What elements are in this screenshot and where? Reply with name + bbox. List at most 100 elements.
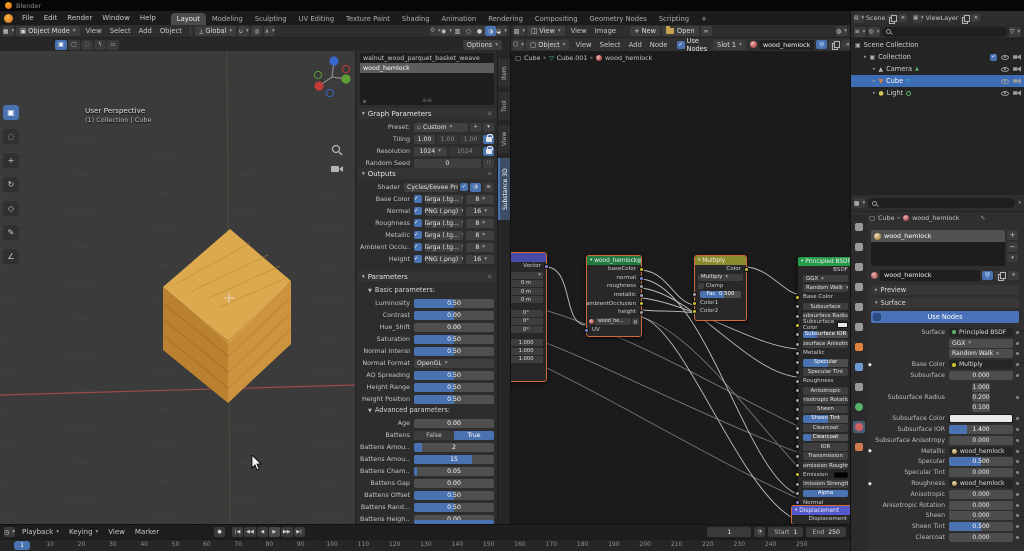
shading-rendered-icon[interactable]: ◒: [496, 26, 507, 36]
keyframe-dot[interactable]: [1016, 428, 1019, 431]
surface-panel-header[interactable]: ▾Surface: [871, 298, 1019, 308]
disable-render-icon[interactable]: [1013, 78, 1021, 84]
properties-tab-view-layer[interactable]: [853, 281, 865, 293]
scale-tool-icon[interactable]: ◇: [3, 201, 19, 216]
mapping-node[interactable]: Vector 0 m0 m0 m0°0°0°1.0001.0001.000: [510, 252, 547, 382]
vector-socket[interactable]: [544, 264, 549, 269]
measure-tool-icon[interactable]: ∠: [3, 249, 19, 264]
bsdf-slider[interactable]: Subsurface IOR: [803, 331, 848, 339]
shader-editor-type-icon[interactable]: ⬡: [513, 40, 524, 50]
playhead-current-frame[interactable]: 1: [14, 541, 30, 550]
disable-render-icon[interactable]: [1013, 66, 1021, 72]
outliner-row-cube[interactable]: ▸▼Cube▽: [851, 75, 1024, 87]
properties-tab-material[interactable]: [853, 421, 865, 433]
shading-material-icon[interactable]: ◑: [485, 26, 496, 36]
color-swatch[interactable]: [834, 472, 848, 478]
outputs-header[interactable]: ▾Outputs≡: [358, 168, 496, 179]
unlink-material-icon[interactable]: ×: [1008, 271, 1019, 280]
mapping-value-field[interactable]: 1.000: [510, 348, 543, 355]
bsdf-field[interactable]: Anisotropic Rotation: [803, 396, 848, 404]
breadcrumb-material[interactable]: wood_hemlock: [912, 214, 959, 222]
specular-socket[interactable]: [795, 360, 800, 365]
multiply-node[interactable]: ▾Multiply Color Multiply Clamp Fac 0.500…: [694, 255, 747, 321]
mapping-value-field[interactable]: 1.000: [510, 356, 543, 363]
param-slider[interactable]: 0.50: [414, 371, 494, 380]
prop-slider[interactable]: 0.500: [949, 522, 1013, 531]
subsurface-radius-socket[interactable]: [795, 314, 800, 319]
end-frame-field[interactable]: End250: [806, 527, 846, 537]
keyframe-dot[interactable]: [1016, 342, 1019, 345]
keyframe-dot[interactable]: [1016, 417, 1019, 420]
bsdf-field[interactable]: Specular Tint: [803, 368, 848, 376]
prop-multi-value[interactable]: 0.100: [972, 403, 989, 412]
scene-unlink-icon[interactable]: ×: [898, 14, 907, 22]
sheen-socket[interactable]: [795, 407, 800, 412]
output-format-dropdown[interactable]: PNG (.png): [425, 207, 463, 216]
color1-socket[interactable]: [692, 301, 697, 306]
select-mode-box-icon[interactable]: ▢: [68, 40, 80, 50]
shader-menu-select[interactable]: Select: [596, 41, 625, 49]
keyframe-dot[interactable]: [1016, 536, 1019, 539]
keyframe-dot[interactable]: [1016, 514, 1019, 517]
keyframe-dot[interactable]: [1016, 525, 1019, 528]
base-color-socket[interactable]: [795, 295, 800, 300]
keyframe-dot[interactable]: [1016, 450, 1019, 453]
menu-render[interactable]: Render: [62, 11, 97, 25]
multiply-node-header[interactable]: ▾Multiply: [695, 256, 746, 265]
expand-arrow-icon[interactable]: ▸: [873, 90, 876, 96]
properties-tab-render[interactable]: [853, 241, 865, 253]
properties-options-icon[interactable]: ▾: [1018, 200, 1021, 206]
image-new-button[interactable]: +New: [630, 26, 660, 36]
outliner-row-camera[interactable]: ▸▲Camera▲: [851, 63, 1024, 75]
transmission-socket[interactable]: [795, 454, 800, 459]
fake-user-shield-icon[interactable]: [816, 40, 827, 49]
timeline-menu-view[interactable]: View: [103, 525, 130, 539]
anisotropic-socket[interactable]: [795, 388, 800, 393]
bsdf-slider[interactable]: Alpha: [803, 490, 848, 498]
output-depth-dropdown[interactable]: 8: [466, 219, 494, 228]
bsdf-node-header[interactable]: ▾Principled BSDF: [798, 257, 850, 266]
basic-parameters-title[interactable]: ▼Basic parameters:: [368, 286, 435, 294]
workspace-tab-shading[interactable]: Shading: [396, 13, 436, 25]
timeline-editor-icon[interactable]: ◷: [4, 527, 15, 537]
timeline-menu-marker[interactable]: Marker: [130, 525, 164, 539]
param-slider[interactable]: 0.50: [414, 299, 494, 308]
properties-tab-world[interactable]: [853, 321, 865, 333]
hide-eye-icon[interactable]: [1001, 55, 1009, 60]
gizmo-z-axis[interactable]: [329, 56, 338, 65]
play-button[interactable]: ▶: [269, 527, 280, 537]
toggle-true[interactable]: True: [454, 431, 494, 440]
pin-icon[interactable]: ✎: [980, 215, 985, 222]
list-grip[interactable]: ≡≡: [422, 97, 432, 104]
prop-texture-field[interactable]: wood_hemlock: [949, 479, 1013, 488]
shader-menu-node[interactable]: Node: [646, 41, 672, 49]
image-open-button[interactable]: Open: [662, 26, 699, 36]
annotate-tool-icon[interactable]: ✎: [3, 225, 19, 240]
anisotropic-rotation-socket[interactable]: [795, 398, 800, 403]
output-depth-dropdown[interactable]: 16: [466, 255, 494, 264]
fake-user-shield-icon[interactable]: [982, 271, 993, 280]
param-slider[interactable]: 15: [414, 455, 494, 464]
keyframe-dot[interactable]: [1016, 331, 1019, 334]
image-view-dropdown[interactable]: ◫View: [527, 26, 565, 36]
resolution-lock-icon[interactable]: [483, 147, 494, 156]
scene-icon[interactable]: ▤: [854, 14, 864, 23]
prop-value-field[interactable]: 0.000: [949, 371, 1013, 380]
xray-toggle-icon[interactable]: ▥: [452, 26, 463, 36]
properties-tab-object-data[interactable]: [853, 401, 865, 413]
prop-slider[interactable]: 1.400: [949, 425, 1013, 434]
breadcrumb-object[interactable]: Cube: [878, 214, 895, 222]
bsdf-slider[interactable]: Sheen Tint: [803, 415, 848, 423]
output-depth-dropdown[interactable]: 16: [466, 207, 494, 216]
expand-arrow-icon[interactable]: ▸: [873, 66, 876, 72]
keyframe-dot[interactable]: [1016, 439, 1019, 442]
output-format-dropdown[interactable]: Targa (.tg...: [425, 231, 463, 240]
prop-value-field[interactable]: 0.000: [949, 490, 1013, 499]
select-mode-lasso-icon[interactable]: ϟ: [94, 40, 106, 50]
jump-start-button[interactable]: |◀: [232, 527, 243, 537]
camera-view-icon[interactable]: [331, 164, 343, 174]
output-checkbox[interactable]: ✓: [414, 243, 422, 251]
bsdf-field[interactable]: IOR: [803, 443, 848, 451]
keyframe-dot[interactable]: [1016, 352, 1019, 355]
resolution-x-dropdown[interactable]: 1024: [414, 147, 447, 156]
